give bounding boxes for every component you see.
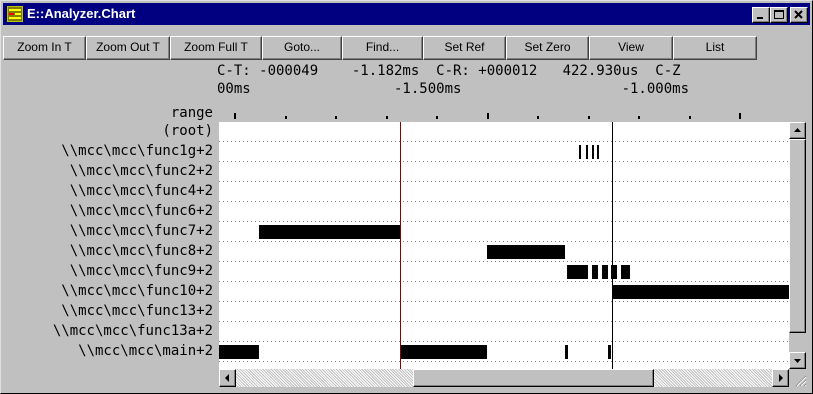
vertical-scrollbar[interactable] [789, 122, 806, 369]
zoom-out-t-button[interactable]: Zoom Out T [86, 36, 170, 60]
analyzer-chart-window: E::Analyzer.Chart Zoom In T Zoom Out T Z… [0, 0, 813, 394]
range-tick [537, 116, 539, 119]
row-label[interactable]: \\mcc\mcc\func7+2 [70, 223, 213, 240]
timing-chart[interactable] [219, 122, 789, 369]
arrow-right-icon [779, 374, 783, 382]
maximize-icon [774, 10, 784, 19]
row-label[interactable]: \\mcc\mcc\func2+2 [70, 163, 213, 180]
row-label[interactable]: \\mcc\mcc\func13+2 [61, 303, 213, 320]
cursor-info-line-2: 00ms -1.500ms -1.000ms [217, 81, 690, 97]
goto-button[interactable]: Goto... [262, 36, 342, 60]
trace-bar [592, 265, 598, 279]
trace-bar [567, 265, 588, 279]
title-bar[interactable]: E::Analyzer.Chart [3, 3, 810, 25]
trace-bar [597, 145, 599, 159]
scroll-right-button[interactable] [772, 369, 789, 387]
vertical-scroll-thumb[interactable] [789, 139, 806, 333]
range-tick [638, 116, 640, 119]
arrow-down-icon [794, 359, 801, 363]
close-button[interactable] [790, 7, 808, 23]
trace-bar [611, 265, 617, 279]
range-tick [739, 113, 741, 119]
trace-bar [612, 285, 789, 299]
scroll-left-button[interactable] [219, 369, 236, 387]
horizontal-scrollbar[interactable] [219, 369, 789, 387]
app-icon [7, 6, 23, 22]
range-tick [234, 113, 236, 119]
row-label[interactable]: \\mcc\mcc\main+2 [78, 343, 213, 360]
row-label[interactable]: \\mcc\mcc\func4+2 [70, 183, 213, 200]
trace-bar [586, 145, 588, 159]
row-label[interactable]: \\mcc\mcc\func1g+2 [61, 143, 213, 160]
trace-bar [219, 345, 259, 359]
arrow-left-icon [225, 374, 229, 382]
arrow-up-icon [794, 128, 801, 132]
trace-bar [565, 345, 568, 359]
trace-bar [602, 265, 608, 279]
trace-bar [608, 345, 611, 359]
label-column-footer [3, 369, 217, 387]
range-ruler[interactable] [219, 105, 789, 122]
resize-grip[interactable] [790, 370, 808, 388]
toolbar: Zoom In T Zoom Out T Zoom Full T Goto...… [3, 36, 810, 60]
minimize-button[interactable] [752, 7, 770, 23]
range-tick [487, 113, 489, 119]
range-label: range [170, 105, 213, 121]
row-label[interactable]: \\mcc\mcc\func8+2 [70, 243, 213, 260]
row-label[interactable]: (root) [162, 123, 213, 140]
trace-bar [592, 145, 594, 159]
close-icon [794, 10, 803, 19]
resize-grip-icon [795, 375, 807, 387]
view-button[interactable]: View [589, 36, 673, 60]
scroll-down-button[interactable] [789, 352, 806, 369]
trace-bar [487, 245, 565, 259]
trace-bar [400, 345, 487, 359]
row-label[interactable]: \\mcc\mcc\func6+2 [70, 203, 213, 220]
row-label[interactable]: \\mcc\mcc\func13a+2 [53, 323, 213, 340]
window-title: E::Analyzer.Chart [27, 6, 136, 21]
range-ruler-ticks [234, 113, 741, 119]
range-tick [588, 116, 590, 119]
set-zero-button[interactable]: Set Zero [506, 36, 589, 60]
row-label[interactable]: \\mcc\mcc\func9+2 [70, 263, 213, 280]
range-tick [689, 116, 691, 119]
zoom-full-t-button[interactable]: Zoom Full T [170, 36, 262, 60]
zoom-in-t-button[interactable]: Zoom In T [3, 36, 86, 60]
horizontal-scroll-thumb[interactable] [413, 369, 654, 387]
range-tick [436, 116, 438, 119]
row-label[interactable]: \\mcc\mcc\func10+2 [61, 283, 213, 300]
scroll-up-button[interactable] [789, 122, 806, 139]
horizontal-scroll-track[interactable] [236, 369, 772, 387]
list-button[interactable]: List [673, 36, 757, 60]
trace-bar [259, 225, 400, 239]
trace-bar [621, 265, 630, 279]
cursor-info-line-1: C-T: -000049 -1.182ms C-R: +000012 422.9… [217, 63, 681, 79]
find-button[interactable]: Find... [342, 36, 423, 60]
minimize-icon [757, 17, 763, 19]
cursor-info-panel: C-T: -000049 -1.182ms C-R: +000012 422.9… [217, 61, 789, 101]
range-tick [386, 116, 388, 119]
trace-bar [579, 145, 581, 159]
range-tick [285, 116, 287, 119]
set-ref-button[interactable]: Set Ref [423, 36, 506, 60]
range-tick [335, 116, 337, 119]
maximize-button[interactable] [770, 7, 788, 23]
timing-chart-canvas [219, 122, 789, 369]
